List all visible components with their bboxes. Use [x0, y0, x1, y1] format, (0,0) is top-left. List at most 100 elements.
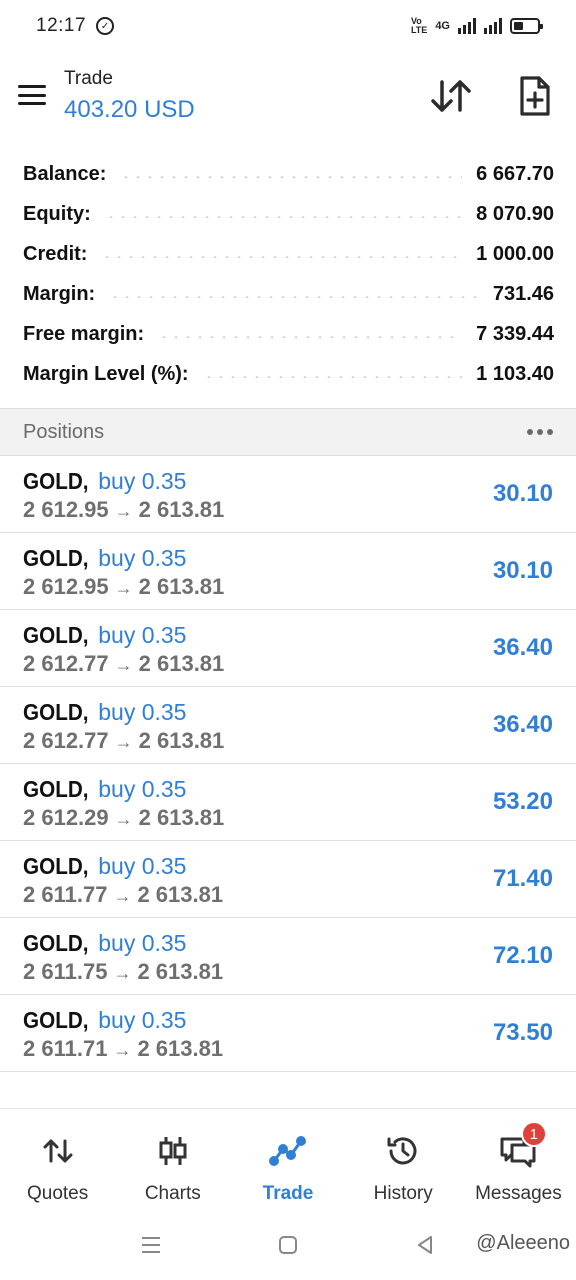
arrow-icon: → — [114, 501, 133, 521]
position-open-price: 2 611.75 — [23, 959, 108, 984]
arrow-icon: → — [113, 963, 132, 983]
positions-title: Positions — [23, 420, 105, 443]
charts-icon — [159, 1137, 187, 1165]
system-nav: @Aleeeno — [0, 1212, 576, 1280]
back-icon[interactable] — [414, 1234, 436, 1256]
watermark: @Aleeeno — [476, 1232, 570, 1254]
new-order-icon[interactable] — [512, 74, 556, 118]
position-row[interactable]: GOLD, buy 0.35 2 611.71 → 2 613.81 73.50 — [0, 995, 576, 1072]
position-side: buy 0.35 — [98, 545, 187, 571]
position-current-price: 2 613.81 — [138, 497, 225, 522]
summary-label: Balance: — [23, 162, 107, 185]
position-row[interactable]: GOLD, buy 0.35 2 611.75 → 2 613.81 72.10 — [0, 918, 576, 995]
position-side: buy 0.35 — [98, 1007, 187, 1033]
summary-row-balance: Balance: 6 667.70 — [0, 154, 576, 194]
quotes-icon — [43, 1139, 73, 1163]
position-current-price: 2 613.81 — [138, 574, 225, 599]
summary-value: 8 070.90 — [476, 202, 554, 225]
summary-row-equity: Equity: 8 070.90 — [0, 194, 576, 234]
position-symbol: GOLD, — [23, 853, 89, 879]
position-profit: 72.10 — [492, 942, 553, 969]
header-balance: 403.20 USD — [64, 96, 195, 123]
volte-icon: Vo LTE — [410, 16, 428, 35]
position-side: buy 0.35 — [98, 622, 187, 648]
more-icon[interactable] — [527, 429, 553, 435]
summary-value: 1 103.40 — [476, 362, 554, 385]
page-title: Trade — [64, 68, 113, 89]
position-current-price: 2 613.81 — [138, 728, 225, 753]
dotted-leader — [104, 216, 463, 218]
position-symbol: GOLD, — [23, 468, 89, 494]
battery-icon — [510, 18, 543, 34]
status-time: 12:17 — [36, 15, 87, 36]
arrow-icon: → — [114, 655, 133, 675]
nav-label: Trade — [262, 1183, 314, 1204]
history-icon — [387, 1137, 417, 1165]
position-side: buy 0.35 — [98, 699, 187, 725]
status-bar: 12:17 ✓ Vo LTE 4G — [0, 0, 576, 52]
nav-messages[interactable]: 1 Messages — [461, 1109, 576, 1212]
arrow-icon: → — [113, 886, 132, 906]
position-open-price: 2 612.29 — [23, 805, 109, 830]
position-row[interactable]: GOLD, buy 0.35 2 612.95 → 2 613.81 30.10 — [0, 533, 576, 610]
summary-value: 1 000.00 — [476, 242, 554, 265]
position-profit: 30.10 — [492, 557, 553, 584]
status-indicators: Vo LTE 4G — [410, 16, 543, 35]
nav-label: History — [373, 1183, 433, 1204]
position-current-price: 2 613.81 — [137, 882, 224, 907]
position-profit: 36.40 — [492, 711, 553, 738]
signal-icon-2 — [484, 18, 502, 34]
home-icon[interactable] — [277, 1234, 299, 1256]
positions-header: Positions — [0, 408, 576, 456]
bottom-nav: Quotes Charts Trade History 1 Messages — [0, 1108, 576, 1212]
summary-row-margin: Margin: 731.46 — [0, 274, 576, 314]
nav-history[interactable]: History — [346, 1109, 461, 1212]
position-row[interactable]: GOLD, buy 0.35 2 612.29 → 2 613.81 53.20 — [0, 764, 576, 841]
nav-label: Messages — [475, 1183, 562, 1204]
summary-row-free-margin: Free margin: 7 339.44 — [0, 314, 576, 354]
position-side: buy 0.35 — [98, 776, 187, 802]
trade-icon — [269, 1136, 306, 1166]
position-row[interactable]: GOLD, buy 0.35 2 612.95 → 2 613.81 30.10 — [0, 456, 576, 533]
dotted-leader — [120, 176, 463, 178]
summary-label: Credit: — [23, 242, 88, 265]
position-row[interactable]: GOLD, buy 0.35 2 611.77 → 2 613.81 71.40 — [0, 841, 576, 918]
nav-label: Quotes — [26, 1183, 89, 1204]
position-symbol: GOLD, — [23, 622, 89, 648]
menu-icon[interactable] — [18, 85, 46, 105]
arrow-icon: → — [114, 578, 133, 598]
position-row[interactable]: GOLD, buy 0.35 2 612.77 → 2 613.81 36.40 — [0, 610, 576, 687]
position-symbol: GOLD, — [23, 699, 89, 725]
dotted-leader — [158, 336, 463, 338]
summary-value: 7 339.44 — [476, 322, 554, 345]
summary-label: Margin: — [23, 282, 96, 305]
position-current-price: 2 613.81 — [138, 805, 225, 830]
position-row[interactable]: GOLD, buy 0.35 2 612.77 → 2 613.81 36.40 — [0, 687, 576, 764]
account-summary: Balance: 6 667.70 Equity: 8 070.90 Credi… — [0, 154, 576, 394]
recents-icon[interactable] — [140, 1234, 162, 1256]
position-current-price: 2 613.81 — [137, 1036, 224, 1061]
position-open-price: 2 612.77 — [23, 728, 109, 753]
nav-trade[interactable]: Trade — [230, 1109, 345, 1212]
summary-row-credit: Credit: 1 000.00 — [0, 234, 576, 274]
position-profit: 71.40 — [492, 865, 553, 892]
network-label: 4G — [435, 20, 450, 32]
position-open-price: 2 611.71 — [23, 1036, 108, 1061]
position-profit: 73.50 — [492, 1019, 553, 1046]
nav-quotes[interactable]: Quotes — [0, 1109, 115, 1212]
nav-charts[interactable]: Charts — [115, 1109, 230, 1212]
dotted-leader — [109, 296, 479, 298]
position-side: buy 0.35 — [98, 468, 187, 494]
position-current-price: 2 613.81 — [138, 651, 225, 676]
position-symbol: GOLD, — [23, 930, 89, 956]
summary-value: 731.46 — [492, 282, 554, 305]
position-profit: 36.40 — [492, 634, 553, 661]
summary-value: 6 667.70 — [476, 162, 554, 185]
position-symbol: GOLD, — [23, 1007, 89, 1033]
position-open-price: 2 612.77 — [23, 651, 109, 676]
sort-icon[interactable] — [428, 76, 474, 116]
arrow-icon: → — [114, 732, 133, 752]
summary-label: Free margin: — [23, 322, 145, 345]
arrow-icon: → — [113, 1040, 132, 1060]
position-profit: 30.10 — [492, 480, 553, 507]
